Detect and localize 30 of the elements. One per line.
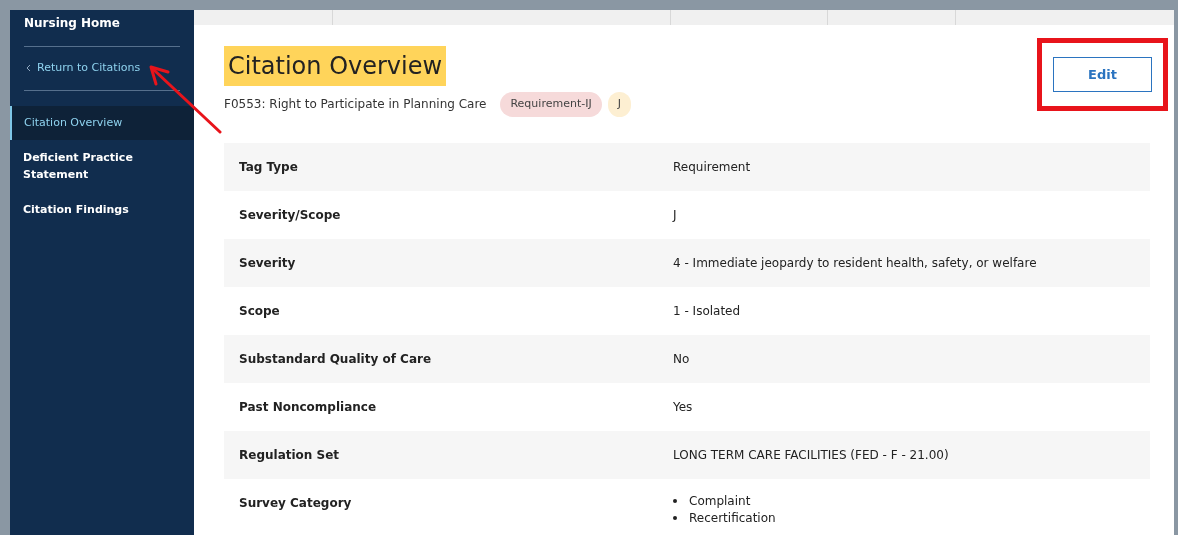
- sidebar-title: Nursing Home: [23, 15, 121, 32]
- detail-value: Requirement: [673, 158, 751, 176]
- citation-subtitle: F0553: Right to Participate in Planning Care: [224, 96, 487, 114]
- edit-button[interactable]: Edit: [1053, 57, 1152, 92]
- sidebar-item[interactable]: Citation Findings: [10, 192, 194, 227]
- detail-label: Regulation Set: [238, 446, 341, 464]
- sidebar-item[interactable]: Citation Overview: [10, 105, 194, 140]
- bullet-icon: [673, 516, 677, 520]
- detail-value: Complaint: [689, 492, 751, 510]
- detail-label: Substandard Quality of Care: [238, 350, 433, 368]
- detail-value: J: [673, 206, 677, 224]
- detail-label: Severity: [238, 254, 297, 272]
- page-title: Citation Overview: [224, 46, 447, 86]
- bullet-icon: [673, 499, 677, 503]
- detail-value: 4 - Immediate jeopardy to resident health, safety, or welfare: [673, 254, 1037, 272]
- detail-label: Severity/Scope: [238, 206, 342, 224]
- detail-value: 1 - Isolated: [673, 302, 741, 320]
- return-link[interactable]: Return to Citations: [10, 47, 194, 90]
- tag-badge: J: [607, 92, 631, 117]
- detail-value: Yes: [673, 398, 693, 416]
- tag-badge: Requirement-IJ: [500, 92, 602, 117]
- detail-label: Tag Type: [238, 158, 299, 176]
- chevron-left-icon: [26, 64, 31, 73]
- detail-value: LONG TERM CARE FACILITIES (FED - F - 21.00): [673, 446, 949, 464]
- detail-label: Scope: [238, 302, 281, 320]
- detail-label: Survey Category: [238, 494, 353, 512]
- detail-label: Past Noncompliance: [238, 398, 378, 416]
- sidebar-item[interactable]: Deficient Practice Statement: [10, 140, 194, 192]
- detail-value: No: [673, 350, 690, 368]
- detail-value: Recertification: [689, 509, 776, 527]
